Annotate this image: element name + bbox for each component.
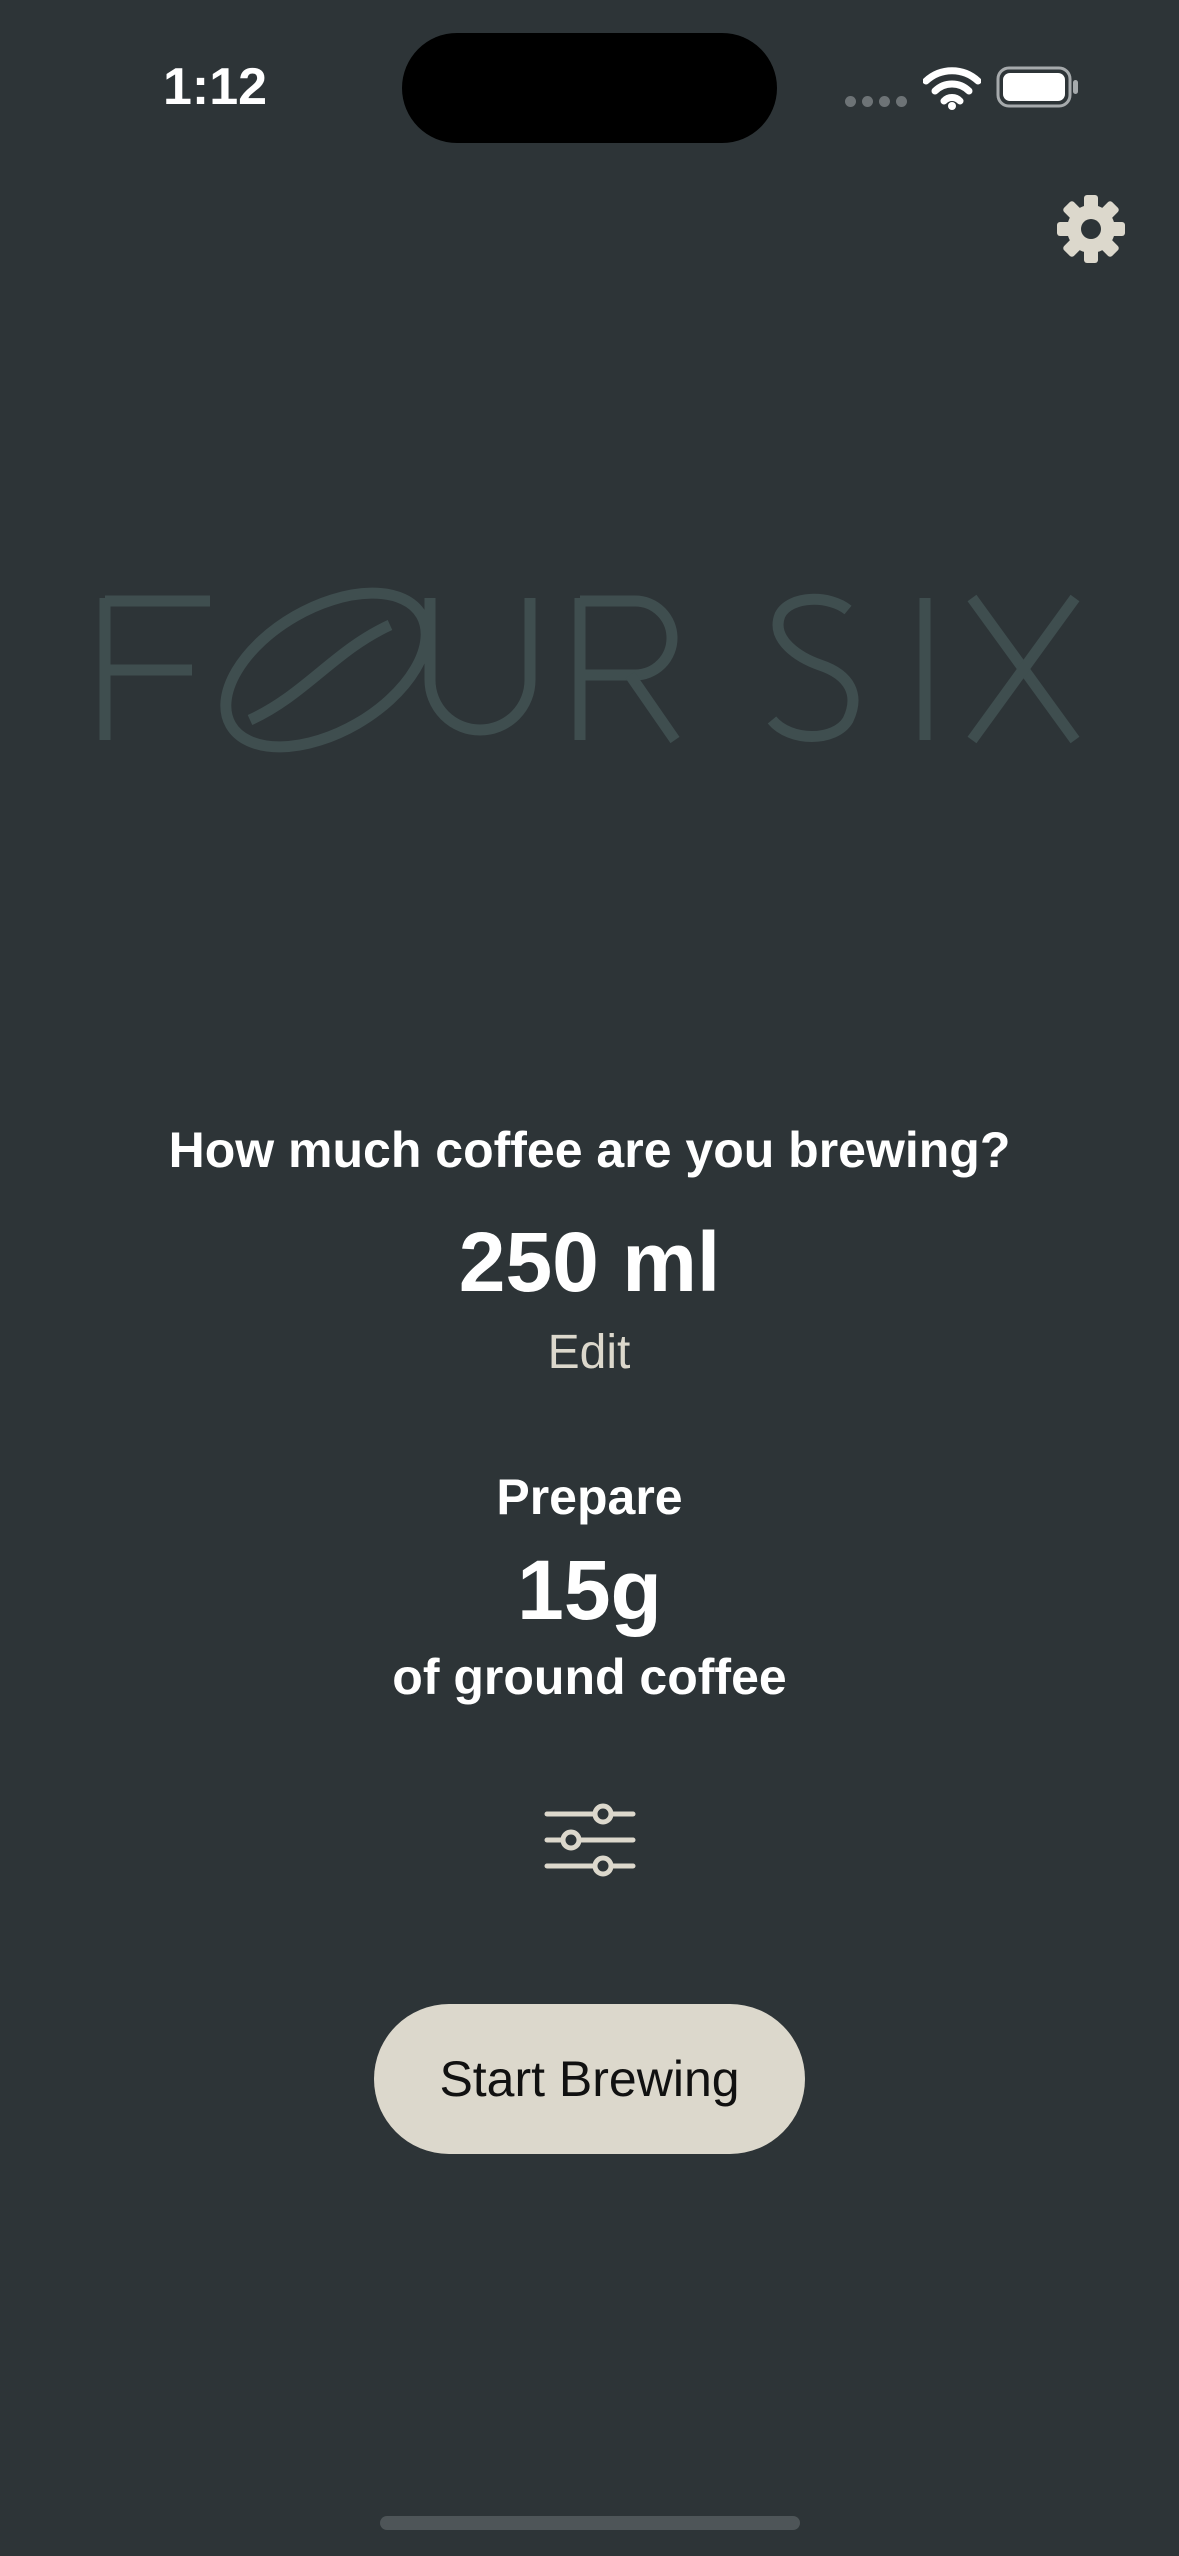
sliders-icon[interactable]: [543, 1800, 637, 1880]
edit-volume-link[interactable]: Edit: [489, 1320, 689, 1386]
battery-icon: [996, 66, 1078, 108]
wifi-icon: [923, 67, 981, 110]
dynamic-island: [402, 33, 777, 143]
brew-question: How much coffee are you brewing?: [168, 1122, 1011, 1178]
prepare-label: Prepare: [496, 1469, 683, 1525]
start-brewing-button[interactable]: Start Brewing: [374, 2004, 805, 2154]
brew-volume: 250 ml: [458, 1215, 721, 1309]
coffee-bean-icon: [220, 587, 432, 753]
four-six-logo: [99, 587, 1080, 753]
status-time: 1:12: [162, 58, 268, 116]
signal-dots-icon: [845, 95, 907, 107]
coffee-amount: 15g: [517, 1543, 662, 1637]
coffee-amount-description: of ground coffee: [392, 1649, 787, 1705]
gear-icon[interactable]: [1055, 193, 1127, 265]
home-indicator[interactable]: [380, 2516, 800, 2530]
